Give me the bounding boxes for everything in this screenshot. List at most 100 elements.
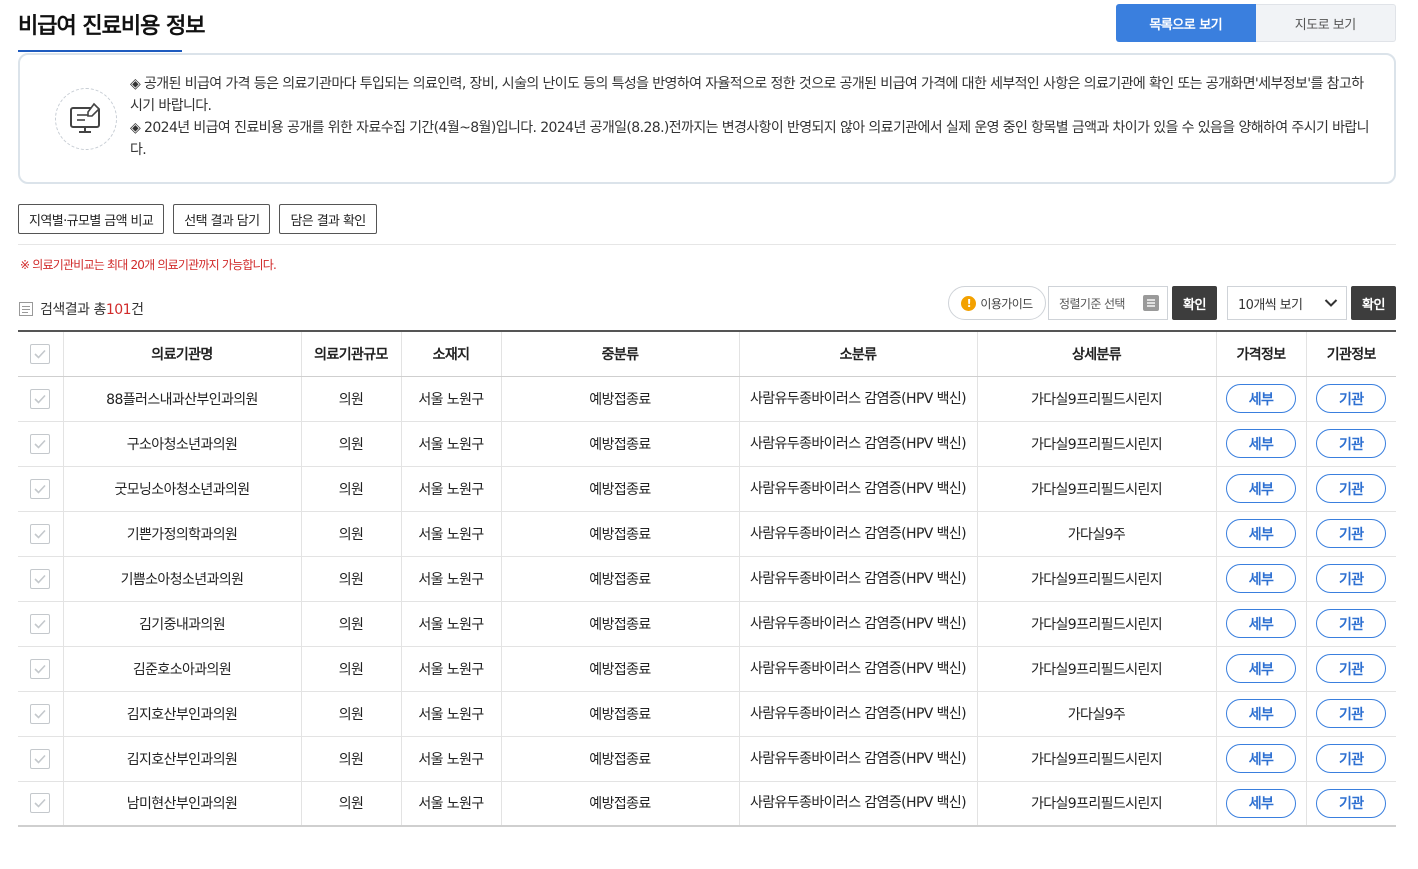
row-checkbox[interactable]: [30, 568, 51, 589]
institution-info-button[interactable]: 기관: [1316, 654, 1387, 683]
title-underline: [18, 50, 182, 52]
cell-small-category: 사람유두종바이러스 감염증(HPV 백신): [738, 376, 977, 422]
cell-price-info: 세부: [1215, 646, 1306, 692]
institution-info-button[interactable]: 기관: [1316, 384, 1387, 413]
notice-text: ◈ 공개된 비급여 가격 등은 의료기관마다 투입되는 의료인력, 장비, 시술…: [130, 73, 1370, 161]
check-icon: [34, 394, 46, 404]
cell-inst-info: 기관: [1305, 466, 1396, 512]
header-location: 소재지: [400, 330, 501, 377]
page-title: 비급여 진료비용 정보: [18, 14, 205, 39]
check-icon: [34, 619, 46, 629]
cell-detail-category: 가다실9프리필드시린지: [976, 466, 1216, 512]
chevron-down-icon: [1324, 299, 1338, 307]
cell-mid-category: 예방접종료: [500, 601, 739, 647]
institution-info-button[interactable]: 기관: [1316, 474, 1387, 503]
cell-size: 의원: [300, 736, 401, 782]
institution-info-button[interactable]: 기관: [1316, 609, 1387, 638]
table-row: 기쁨소아청소년과의원 의원 서울 노원구 예방접종료 사람유두종바이러스 감염증(HPV…: [18, 556, 1396, 602]
price-detail-button[interactable]: 세부: [1226, 519, 1296, 548]
price-detail-button[interactable]: 세부: [1226, 384, 1296, 413]
row-checkbox[interactable]: [30, 658, 51, 679]
monitor-icon: [55, 88, 117, 150]
row-checkbox[interactable]: [30, 748, 51, 769]
row-checkbox[interactable]: [30, 703, 51, 724]
sort-select[interactable]: 정렬기준 선택: [1048, 286, 1168, 320]
header-inst-info: 기관정보: [1305, 330, 1396, 377]
cell-location: 서울 노원구: [400, 691, 501, 737]
cell-location: 서울 노원구: [400, 736, 501, 782]
cell-location: 서울 노원구: [400, 556, 501, 602]
cell-detail-category: 가다실9프리필드시린지: [976, 376, 1216, 422]
row-checkbox[interactable]: [30, 388, 51, 409]
price-detail-button[interactable]: 세부: [1226, 788, 1296, 818]
row-select-cell: [18, 556, 63, 602]
price-detail-button[interactable]: 세부: [1226, 429, 1296, 458]
price-detail-button[interactable]: 세부: [1226, 474, 1296, 503]
usage-guide-button[interactable]: ! 이용가이드: [948, 286, 1046, 320]
price-detail-button[interactable]: 세부: [1226, 699, 1296, 728]
table-row: 김지호산부인과의원 의원 서울 노원구 예방접종료 사람유두종바이러스 감염증(HPV …: [18, 691, 1396, 737]
per-page-select[interactable]: 10개씩 보기: [1227, 286, 1347, 320]
header-mid-category: 중분류: [500, 330, 739, 377]
result-number: 101: [105, 302, 132, 318]
cell-price-info: 세부: [1215, 781, 1306, 827]
cell-size: 의원: [300, 376, 401, 422]
cell-detail-category: 가다실9주: [976, 511, 1216, 557]
row-select-cell: [18, 646, 63, 692]
price-detail-button[interactable]: 세부: [1226, 609, 1296, 638]
per-page-confirm-button[interactable]: 확인: [1351, 286, 1396, 320]
header-detail-category: 상세분류: [976, 330, 1216, 377]
row-checkbox[interactable]: [30, 793, 51, 814]
institution-info-button[interactable]: 기관: [1316, 744, 1387, 773]
cell-mid-category: 예방접종료: [500, 421, 739, 467]
cell-name: 기쁨소아청소년과의원: [62, 556, 301, 602]
cell-small-category: 사람유두종바이러스 감염증(HPV 백신): [738, 421, 977, 467]
institution-info-button[interactable]: 기관: [1316, 519, 1387, 548]
cell-name: 김기중내과의원: [62, 601, 301, 647]
institution-info-button[interactable]: 기관: [1316, 429, 1387, 458]
cell-size: 의원: [300, 511, 401, 557]
cell-detail-category: 가다실9프리필드시린지: [976, 421, 1216, 467]
cell-name: 88플러스내과산부인과의원: [62, 376, 301, 422]
row-checkbox[interactable]: [30, 613, 51, 634]
add-selection-button[interactable]: 선택 결과 담기: [173, 204, 271, 234]
row-checkbox[interactable]: [30, 523, 51, 544]
cell-mid-category: 예방접종료: [500, 781, 739, 827]
table-row: 김지호산부인과의원 의원 서울 노원구 예방접종료 사람유두종바이러스 감염증(HPV …: [18, 736, 1396, 782]
institution-info-button[interactable]: 기관: [1316, 699, 1387, 728]
cell-inst-info: 기관: [1305, 646, 1396, 692]
cell-size: 의원: [300, 646, 401, 692]
cell-size: 의원: [300, 556, 401, 602]
row-select-cell: [18, 466, 63, 512]
cell-inst-info: 기관: [1305, 556, 1396, 602]
cell-name: 굿모닝소아청소년과의원: [62, 466, 301, 512]
sort-select-label: 정렬기준 선택: [1059, 296, 1125, 311]
cell-small-category: 사람유두종바이러스 감염증(HPV 백신): [738, 601, 977, 647]
row-checkbox[interactable]: [30, 478, 51, 499]
cell-small-category: 사람유두종바이러스 감염증(HPV 백신): [738, 736, 977, 782]
sort-confirm-button[interactable]: 확인: [1172, 286, 1217, 320]
price-detail-button[interactable]: 세부: [1226, 744, 1296, 773]
list-view-button[interactable]: 목록으로 보기: [1116, 4, 1256, 42]
price-detail-button[interactable]: 세부: [1226, 564, 1296, 593]
notice-line-2: ◈ 2024년 비급여 진료비용 공개를 위한 자료수집 기간(4월~8월)입니…: [130, 120, 1370, 158]
cell-name: 남미현산부인과의원: [62, 781, 301, 827]
select-all-checkbox[interactable]: [30, 343, 51, 364]
map-view-button[interactable]: 지도로 보기: [1255, 4, 1396, 42]
institution-info-button[interactable]: 기관: [1316, 788, 1387, 818]
cell-small-category: 사람유두종바이러스 감염증(HPV 백신): [738, 646, 977, 692]
check-icon: [34, 529, 46, 539]
cell-mid-category: 예방접종료: [500, 466, 739, 512]
compare-button[interactable]: 지역별·규모별 금액 비교: [18, 204, 165, 234]
compare-limit-warning: ※ 의료기관비교는 최대 20개 의료기관까지 가능합니다.: [20, 258, 277, 272]
institution-info-button[interactable]: 기관: [1316, 564, 1387, 593]
cell-price-info: 세부: [1215, 691, 1306, 737]
list-icon: [19, 302, 33, 316]
view-saved-button[interactable]: 담은 결과 확인: [279, 204, 377, 234]
price-detail-button[interactable]: 세부: [1226, 654, 1296, 683]
check-icon: [34, 349, 46, 359]
cell-name: 구소아청소년과의원: [62, 421, 301, 467]
result-count: 검색결과 총101건: [18, 299, 144, 319]
row-checkbox[interactable]: [30, 433, 51, 454]
view-toggle: 목록으로 보기 지도로 보기: [1116, 4, 1396, 42]
